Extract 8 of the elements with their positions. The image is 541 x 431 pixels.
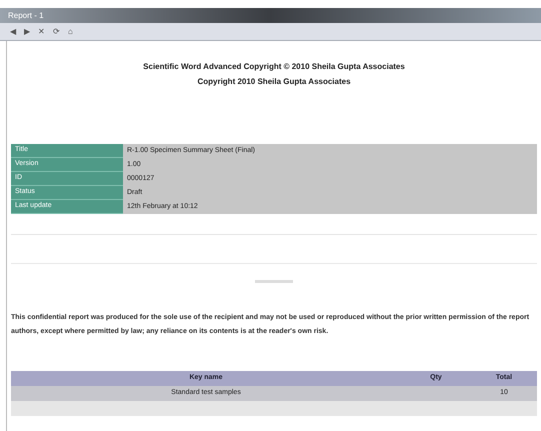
heading-line: Scientific Word Advanced Copyright © 2010 Sheila Gupta Associates xyxy=(143,61,405,73)
toolbar-button[interactable]: ⟳ xyxy=(51,28,62,36)
toolbar-button[interactable]: ▶ xyxy=(22,28,32,36)
heading-line: Copyright 2010 Sheila Gupta Associates xyxy=(197,76,351,88)
toolbar-button[interactable]: ✕ xyxy=(36,28,47,36)
window-title: Report - 1 xyxy=(8,10,44,22)
toolbar-button[interactable]: ◀ xyxy=(8,28,18,36)
toolbar-button[interactable]: ⌂ xyxy=(66,28,75,36)
